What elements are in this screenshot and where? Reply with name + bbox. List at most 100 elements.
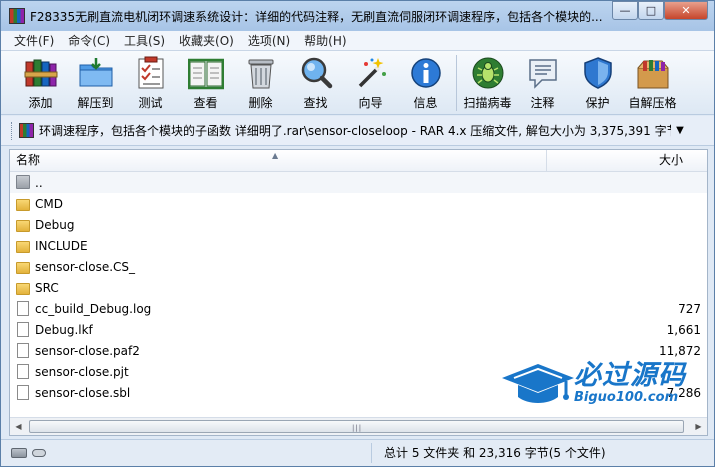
scroll-right-icon[interactable]: ▶ xyxy=(690,418,707,435)
trash-icon xyxy=(243,55,279,91)
books-icon xyxy=(23,55,59,91)
list-item-folder[interactable]: Debug xyxy=(10,214,707,235)
list-item-folder[interactable]: CMD xyxy=(10,193,707,214)
add-button[interactable]: 添加 xyxy=(13,51,68,111)
file-name: .. xyxy=(35,175,43,190)
status-summary: 总计 5 文件夹 和 23,316 字节(5 个文件) xyxy=(371,443,606,463)
menu-options[interactable]: 选项(N) xyxy=(241,32,297,49)
folder-icon xyxy=(16,261,30,274)
file-name: sensor-close.CS_ xyxy=(35,259,136,274)
find-button[interactable]: 查找 xyxy=(288,51,343,111)
find-label: 查找 xyxy=(303,96,328,110)
extract-label: 解压到 xyxy=(77,96,114,110)
comment-label: 注释 xyxy=(530,96,555,110)
watermark-title: 必过源码 xyxy=(574,360,686,391)
file-name: sensor-close.pjt xyxy=(35,364,129,379)
watermark-url: Biguo100.com xyxy=(574,390,679,405)
checklist-icon xyxy=(133,55,169,91)
horizontal-scrollbar[interactable]: ◀ ||| ▶ xyxy=(10,417,707,435)
file-name: INCLUDE xyxy=(35,238,88,253)
winrar-window: F28335无刷直流电机闭环调速系统设计：详细的代码注释，无刷直流伺服闭环调速程… xyxy=(0,0,715,467)
address-bar-grip xyxy=(11,121,15,140)
scan-virus-label: 扫描病毒 xyxy=(463,96,512,110)
comment-button[interactable]: 注释 xyxy=(515,51,570,111)
protect-button[interactable]: 保护 xyxy=(570,51,625,111)
file-size: 1,661 xyxy=(666,322,701,337)
book-open-icon xyxy=(187,55,224,91)
folder-icon xyxy=(16,282,30,295)
wizard-button[interactable]: 向导 xyxy=(343,51,398,111)
list-item-folder[interactable]: INCLUDE xyxy=(10,235,707,256)
scroll-thumb-grip: ||| xyxy=(352,424,363,432)
file-name: cc_build_Debug.log xyxy=(35,301,152,316)
scroll-left-icon[interactable]: ◀ xyxy=(10,418,27,435)
file-name: Debug.lkf xyxy=(35,322,93,337)
archive-path[interactable]: 环调速程序，包括各个模块的子函数 详细明了.rar\sensor-closelo… xyxy=(39,122,671,139)
bug-icon xyxy=(470,55,506,91)
box-icon xyxy=(635,55,671,91)
note-icon xyxy=(525,55,561,91)
scan-virus-button[interactable]: 扫描病毒 xyxy=(460,51,515,111)
list-item-folder[interactable]: SRC xyxy=(10,277,707,298)
test-label: 测试 xyxy=(138,96,163,110)
view-button[interactable]: 查看 xyxy=(178,51,233,111)
file-name: sensor-close.sbl xyxy=(35,385,131,400)
folder-icon xyxy=(16,198,30,211)
column-header-name[interactable]: 名称 xyxy=(10,150,547,171)
sort-ascending-icon: ▲ xyxy=(272,151,279,160)
watermark: 必过源码 Biguo100.com xyxy=(500,358,700,408)
file-name: CMD xyxy=(35,196,63,211)
address-bar[interactable]: 环调速程序，包括各个模块的子函数 详细明了.rar\sensor-closelo… xyxy=(1,116,714,146)
column-header-row: ▲ 名称 大小 xyxy=(10,150,707,172)
graduation-cap-icon xyxy=(500,360,576,406)
file-size: 727 xyxy=(678,301,701,316)
scroll-track[interactable]: ||| xyxy=(27,419,690,434)
test-button[interactable]: 测试 xyxy=(123,51,178,111)
protect-label: 保护 xyxy=(585,96,610,110)
path-dropdown-arrow-icon[interactable]: ▼ xyxy=(673,125,687,136)
shield-icon xyxy=(580,55,616,91)
file-icon xyxy=(17,384,29,400)
toolbar-separator xyxy=(456,55,457,111)
menu-favorites[interactable]: 收藏夹(O) xyxy=(172,32,241,49)
view-label: 查看 xyxy=(193,96,218,110)
scroll-thumb[interactable]: ||| xyxy=(29,420,684,433)
column-header-size[interactable]: 大小 xyxy=(547,150,691,171)
menu-file[interactable]: 文件(F) xyxy=(7,32,61,49)
winrar-app-icon xyxy=(9,8,25,24)
add-label: 添加 xyxy=(28,96,53,110)
delete-label: 删除 xyxy=(248,96,273,110)
list-item-folder[interactable]: sensor-close.CS_ xyxy=(10,256,707,277)
key-icon[interactable] xyxy=(32,449,46,457)
info-label: 信息 xyxy=(413,96,438,110)
file-size: 11,872 xyxy=(659,343,701,358)
window-title: F28335无刷直流电机闭环调速系统设计：详细的代码注释，无刷直流伺服闭环调速程… xyxy=(30,9,603,24)
parent-folder-icon xyxy=(16,174,30,189)
maximize-button[interactable]: □ xyxy=(638,1,664,20)
file-icon xyxy=(17,321,29,337)
extract-button[interactable]: 解压到 xyxy=(68,51,123,111)
list-item-file[interactable]: cc_build_Debug.log 727 xyxy=(10,298,707,319)
rar-archive-icon xyxy=(19,123,34,138)
minimize-button[interactable]: — xyxy=(612,1,638,20)
info-button[interactable]: 信息 xyxy=(398,51,453,111)
menu-bar: 文件(F) 命令(C) 工具(S) 收藏夹(O) 选项(N) 帮助(H) xyxy=(1,31,714,51)
title-bar[interactable]: F28335无刷直流电机闭环调速系统设计：详细的代码注释，无刷直流伺服闭环调速程… xyxy=(1,1,714,31)
delete-button[interactable]: 删除 xyxy=(233,51,288,111)
sfx-button[interactable]: 自解压格 xyxy=(625,51,680,111)
wizard-label: 向导 xyxy=(358,96,383,110)
toolbar: 添加 解压到 测试 查看 删除 查找 向导 信息 扫描病毒 注释 保护 自解压格 xyxy=(1,51,714,115)
file-name: sensor-close.paf2 xyxy=(35,343,140,358)
list-item-file[interactable]: Debug.lkf 1,661 xyxy=(10,319,707,340)
info-icon xyxy=(408,55,444,91)
file-icon xyxy=(17,300,29,316)
menu-help[interactable]: 帮助(H) xyxy=(297,32,353,49)
status-bar: 总计 5 文件夹 和 23,316 字节(5 个文件) xyxy=(1,439,714,466)
file-name: Debug xyxy=(35,217,75,232)
folder-extract-icon xyxy=(78,55,114,91)
menu-command[interactable]: 命令(C) xyxy=(61,32,117,49)
menu-tools[interactable]: 工具(S) xyxy=(117,32,172,49)
close-button[interactable]: ✕ xyxy=(664,1,708,20)
drive-icon[interactable] xyxy=(11,448,27,458)
list-item-parent-dir[interactable]: .. xyxy=(10,172,707,193)
